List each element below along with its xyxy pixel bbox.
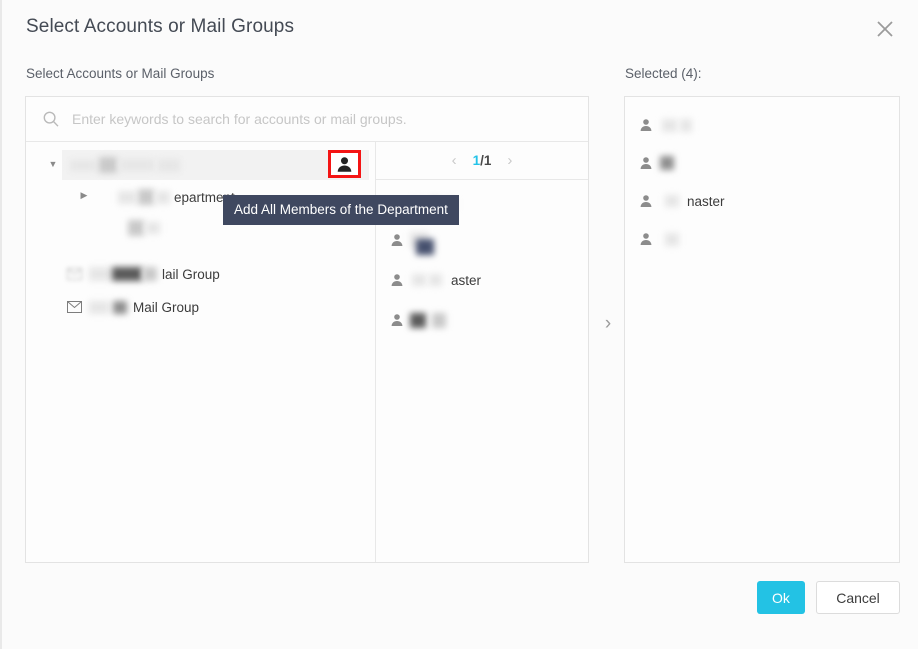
redacted-text (412, 274, 426, 286)
person-icon (390, 313, 404, 327)
redacted-text (99, 157, 117, 173)
tree-row-mail-group[interactable]: lail Group (67, 259, 375, 289)
tree-caret-collapsed[interactable]: ▶ (77, 188, 91, 202)
cancel-button[interactable]: Cancel (816, 581, 900, 614)
redacted-text (158, 158, 180, 172)
selected-list-item[interactable] (625, 221, 899, 257)
member-list-item[interactable] (376, 222, 588, 258)
redacted-text (665, 232, 679, 246)
redacted-text (432, 312, 446, 328)
search-input[interactable] (70, 107, 550, 131)
person-icon (639, 194, 653, 208)
tree-caret-expanded[interactable]: ▼ (46, 157, 60, 171)
transfer-right-icon[interactable]: › (598, 312, 618, 336)
selected-count-label: Selected (4): (625, 66, 702, 81)
mail-group-icon (67, 301, 82, 313)
redacted-text (429, 274, 442, 286)
chevron-right-icon[interactable]: › (507, 152, 512, 169)
person-icon (639, 118, 653, 132)
dialog-footer: Ok Cancel (2, 563, 918, 649)
redacted-text (660, 156, 674, 170)
person-icon (639, 232, 653, 246)
selected-list-item[interactable] (625, 107, 899, 143)
close-icon[interactable] (866, 10, 904, 48)
selected-panel: naster (624, 96, 900, 563)
page-indicator: 1/1 (473, 153, 492, 168)
caret-down-icon: ▼ (48, 158, 58, 169)
redacted-text (112, 267, 142, 281)
redacted-text (118, 190, 136, 204)
dialog-title: Select Accounts or Mail Groups (26, 16, 295, 37)
selected-list-item-label: naster (687, 193, 725, 209)
redacted-text (410, 312, 426, 328)
accounts-panel: epartment lail Grou (25, 96, 589, 563)
search-icon (42, 110, 60, 128)
member-list-item-label: aster (451, 272, 482, 288)
redacted-text (146, 222, 160, 234)
select-accounts-dialog: Select Accounts or Mail Groups Select Ac… (0, 0, 918, 649)
chevron-left-icon[interactable]: ‹ (452, 152, 457, 169)
redacted-text (128, 220, 144, 236)
page-current: 1 (472, 153, 481, 168)
redacted-text (89, 267, 111, 281)
left-column-label: Select Accounts or Mail Groups (26, 66, 215, 81)
member-list-item[interactable]: aster (376, 262, 588, 298)
add-all-members-button[interactable] (328, 150, 361, 178)
tree-row-mail-group-label: lail Group (162, 266, 220, 282)
redacted-text (680, 118, 692, 132)
tree-row-mail-group-label: Mail Group (133, 299, 200, 315)
person-icon (390, 273, 404, 287)
tooltip: Add All Members of the Department (223, 195, 459, 225)
redacted-text (120, 159, 154, 171)
caret-right-icon: ▶ (80, 189, 88, 200)
selected-list-item[interactable]: naster (625, 183, 899, 219)
selected-list-item[interactable] (625, 145, 899, 181)
redacted-text (89, 300, 109, 314)
pagination: ‹ 1/1 › (376, 142, 588, 180)
redacted-text (113, 300, 127, 314)
redacted-text (662, 118, 677, 132)
redacted-text (665, 195, 679, 207)
redacted-text (143, 267, 157, 281)
page-total: 1 (483, 153, 492, 168)
mail-group-icon (67, 268, 82, 280)
redacted-text (156, 190, 170, 204)
member-list-item[interactable] (376, 302, 588, 338)
redacted-text (138, 189, 154, 205)
redacted-text (416, 239, 434, 255)
ok-button[interactable]: Ok (757, 581, 805, 614)
person-icon (390, 233, 404, 247)
tree-row-mail-group[interactable]: Mail Group (67, 292, 375, 322)
search-row (26, 97, 588, 142)
redacted-text (70, 159, 96, 171)
tree-row-root[interactable] (62, 150, 369, 180)
person-icon (639, 156, 653, 170)
